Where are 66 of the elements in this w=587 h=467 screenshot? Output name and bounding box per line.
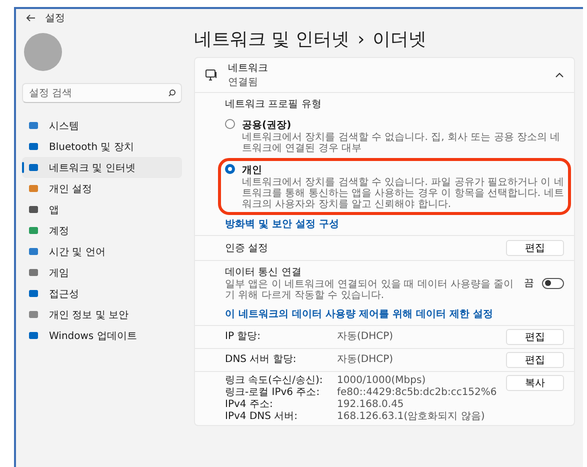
back-icon[interactable] [26, 14, 35, 22]
card-status: 연결됨 [228, 76, 259, 89]
detail-value: 168.126.63.1(암호화되지 않음) [337, 411, 486, 423]
nav-icon [28, 141, 39, 152]
nav-icon [28, 183, 39, 194]
nav-item[interactable]: 개인 정보 및 보안 [22, 304, 182, 325]
option-label: 개인 [242, 164, 263, 177]
nav-item[interactable]: 시스템 [22, 115, 182, 136]
setting-label: DNS 서버 할당: [225, 354, 298, 366]
nav-item[interactable]: Windows 업데이트 [22, 325, 182, 346]
nav-item[interactable]: 네트워크 및 인터넷 [22, 157, 182, 178]
toggle-switch[interactable] [542, 278, 564, 288]
radio-button[interactable] [225, 119, 235, 129]
nav-item[interactable]: 게임 [22, 262, 182, 283]
nav-icon [28, 246, 39, 257]
setting-label: 데이터 통신 연결 [225, 266, 302, 279]
card-title: 네트워크 [228, 62, 269, 75]
setting-label: IP 할당: [225, 331, 262, 343]
option-label: 공용(권장) [242, 119, 292, 132]
nav-icon [28, 330, 39, 341]
nav-icon [28, 162, 39, 173]
search-field[interactable]: 설정 검색 [22, 83, 182, 103]
chevron-up-icon[interactable] [555, 72, 564, 78]
option-description: 네트워크에서 장치를 검색할 수 없습니다. 집, 회사 또는 공용 장소의 네트워크에 연결된 경우 대부 [242, 132, 562, 154]
window-title: 설정 [45, 12, 65, 25]
copy-button[interactable]: 복사 [506, 375, 564, 391]
setting-value: 자동(DHCP) [337, 331, 394, 343]
edit-button[interactable]: 편집 [506, 329, 564, 345]
nav-item[interactable]: 계정 [22, 220, 182, 241]
detail-label: IPv4 DNS 서버: [225, 411, 299, 423]
nav-item[interactable]: 접근성 [22, 283, 182, 304]
radio-button[interactable] [225, 164, 235, 174]
nav-icon [28, 309, 39, 320]
detail-value: fe80::4429:8c5b:dc2b:cc152%6 [337, 387, 497, 399]
data-limit-link[interactable]: 이 네트워크의 데이터 사용량 제어를 위해 데이터 제한 설정 [225, 307, 564, 321]
avatar [24, 33, 62, 71]
nav-icon [28, 204, 39, 215]
profile-option[interactable]: 공용(권장) 네트워크에서 장치를 검색할 수 없습니다. 집, 회사 또는 공용 장소의 네트워크에 연결된 경우 대부 [221, 116, 568, 156]
nav-item[interactable]: 개인 설정 [22, 178, 182, 199]
detail-value: 1000/1000(Mbps) [337, 375, 427, 387]
nav-item[interactable]: 앱 [22, 199, 182, 220]
setting-label: 인증 설정 [225, 242, 268, 255]
breadcrumb-separator: › [357, 28, 365, 50]
nav-icon [28, 288, 39, 299]
option-description: 네트워크에서 장치를 검색할 수 있습니다. 파일 공유가 필요하거나 이 네트워크를 통해 통신하는 앱을 사용하는 경우 이 항목을 선택합니다. 네트워크의 사용자와 장치를 알고 신뢰해야 합니다. [242, 177, 564, 210]
monitor-icon [205, 69, 218, 81]
edit-button[interactable]: 편집 [506, 240, 564, 256]
highlighted-option[interactable]: 개인 네트워크에서 장치를 검색할 수 있습니다. 파일 공유가 필요하거나 이 네트워크를 통해 통신하는 앱을 사용하는 경우 이 항목을 선택합니다. 네트워크의 사용자와 장치를 알고 신뢰해야 합니다. [221, 161, 568, 212]
nav-icon [28, 225, 39, 236]
detail-label: IPv4 주소: [225, 399, 274, 411]
search-icon [168, 89, 176, 97]
page-title: 이더넷 [372, 28, 427, 51]
detail-label: 링크-로컬 IPv6 주소: [225, 387, 321, 399]
nav-icon [28, 267, 39, 278]
nav-icon [28, 120, 39, 131]
detail-label: 링크 속도(수신/송신): [225, 375, 324, 387]
section-heading: 네트워크 프로필 유형 [225, 98, 322, 111]
setting-description: 일부 앱은 이 네트워크에 연결되어 있을 때 데이터 사용량을 줄이기 위해 다르게 작동할 수 있습니다. [225, 279, 515, 301]
breadcrumb-link[interactable]: 네트워크 및 인터넷 [194, 27, 350, 51]
toggle-state: 끔 [524, 277, 534, 290]
setting-value: 자동(DHCP) [337, 354, 394, 366]
nav-item[interactable]: Bluetooth 및 장치 [22, 136, 182, 157]
firewall-link[interactable]: 방화벽 및 보안 설정 구성 [225, 217, 564, 231]
detail-value: 192.168.0.45 [337, 399, 405, 411]
edit-button[interactable]: 편집 [506, 352, 564, 368]
nav-item[interactable]: 시간 및 언어 [22, 241, 182, 262]
